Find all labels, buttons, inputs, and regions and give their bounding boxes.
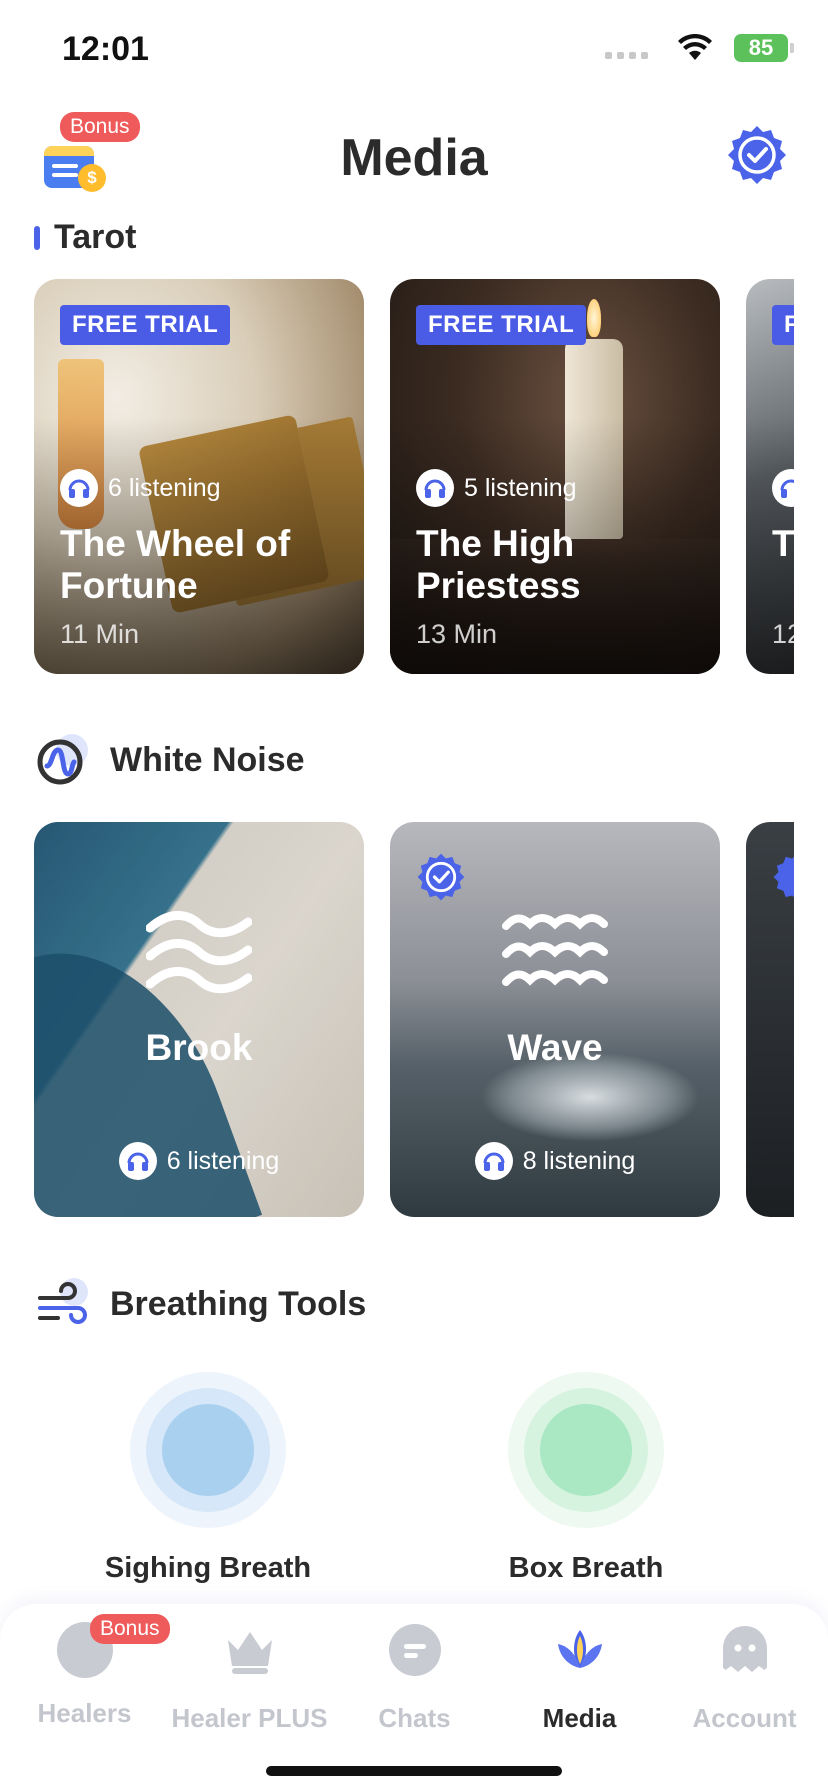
breathing-tool-box[interactable]: Box Breath — [421, 1372, 751, 1585]
home-indicator — [266, 1766, 562, 1776]
free-trial-badge: F — [772, 305, 794, 345]
tab-label: Healers — [37, 1698, 132, 1728]
battery-level: 85 — [748, 35, 774, 60]
headphones-icon — [772, 469, 794, 507]
white-noise-card[interactable]: Brook 6 listening — [34, 822, 364, 1217]
tab-label: Chats — [378, 1703, 451, 1733]
tab-label: Media — [542, 1703, 617, 1733]
wave-circle-icon — [37, 734, 88, 785]
headphones-icon — [118, 1142, 157, 1180]
breath-orb-icon — [130, 1372, 286, 1528]
breath-orb-icon — [508, 1372, 664, 1528]
tarot-carousel[interactable]: FREE TRIAL 6 listening The Wheel of Fort… — [34, 279, 794, 674]
tab-chats[interactable]: Chats — [332, 1622, 497, 1734]
tab-media[interactable]: Media — [497, 1622, 662, 1734]
tab-label: Healer PLUS — [171, 1703, 328, 1733]
section-title-text: Tarot — [54, 218, 137, 256]
battery-icon: 85 — [734, 34, 794, 62]
white-noise-carousel[interactable]: Brook 6 listening Wave 8 listening — [34, 822, 794, 1217]
crown-icon — [227, 1632, 272, 1674]
ghost-avatar-icon — [722, 1626, 767, 1672]
breathing-tool-label: Box Breath — [508, 1552, 664, 1584]
tab-healers[interactable]: Bonus Healers — [2, 1614, 170, 1729]
lotus-icon — [557, 1630, 602, 1668]
status-time: 12:01 — [62, 30, 149, 68]
listening-count: 5 listening — [416, 469, 577, 507]
verified-badge-icon[interactable] — [726, 124, 788, 186]
tarot-card[interactable]: FREE TRIAL 5 listening The High Priestes… — [390, 279, 720, 674]
headphones-icon — [416, 469, 454, 507]
page-header: $ Bonus Media — [0, 110, 828, 210]
wifi-icon — [678, 34, 712, 60]
listening-count — [772, 469, 794, 507]
white-noise-card[interactable]: Wave 8 listening — [390, 822, 720, 1217]
tarot-card-partial[interactable]: F T F 12 — [746, 279, 794, 674]
tab-label: Account — [692, 1703, 797, 1733]
noise-name: Wave — [507, 1027, 603, 1068]
tarot-card[interactable]: FREE TRIAL 6 listening The Wheel of Fort… — [34, 279, 364, 674]
breathing-tool-label: Sighing Breath — [104, 1552, 312, 1584]
section-title-text: Breathing Tools — [110, 1284, 367, 1323]
section-accent-bar — [34, 225, 40, 250]
free-trial-badge: FREE TRIAL — [416, 305, 587, 345]
card-duration: 12 — [772, 619, 794, 649]
card-duration: 13 Min — [416, 619, 498, 649]
section-title-text: White Noise — [110, 740, 305, 779]
listening-count: 8 listening — [390, 1142, 720, 1180]
status-bar: 12:01 85 — [0, 0, 828, 100]
cellular-signal-icon — [605, 52, 648, 59]
headphones-icon — [474, 1142, 513, 1180]
tab-account[interactable]: Account — [662, 1622, 827, 1734]
section-title-breathing-tools: Breathing Tools — [34, 1276, 366, 1332]
listening-count: 6 listening — [60, 469, 221, 507]
breathing-tool-sighing[interactable]: Sighing Breath — [43, 1372, 373, 1585]
bonus-badge: Bonus — [90, 1614, 170, 1644]
free-trial-badge: FREE TRIAL — [60, 305, 231, 345]
headphones-icon — [60, 469, 98, 507]
white-noise-card-partial[interactable] — [746, 822, 794, 1217]
ocean-waves-icon — [502, 914, 608, 986]
section-title-white-noise: White Noise — [34, 732, 305, 788]
card-title: T F — [772, 523, 794, 564]
page-title: Media — [340, 129, 488, 187]
verified-badge-icon — [773, 856, 794, 898]
card-title: The Wheel of Fortune — [60, 523, 291, 606]
noise-name: Brook — [145, 1027, 253, 1068]
chat-bubble-icon — [388, 1624, 441, 1676]
brook-waves-icon — [146, 911, 252, 994]
wind-icon — [38, 1278, 88, 1324]
tab-healer-plus[interactable]: Healer PLUS — [167, 1622, 332, 1734]
listening-count: 6 listening — [34, 1142, 364, 1180]
card-title: The High Priestess — [416, 523, 581, 606]
verified-badge-icon — [417, 853, 465, 901]
bottom-tab-bar: Bonus Healers Healer PLUS Chats Media Ac… — [0, 1604, 828, 1792]
section-title-tarot: Tarot — [34, 218, 136, 257]
card-duration: 11 Min — [60, 619, 140, 649]
